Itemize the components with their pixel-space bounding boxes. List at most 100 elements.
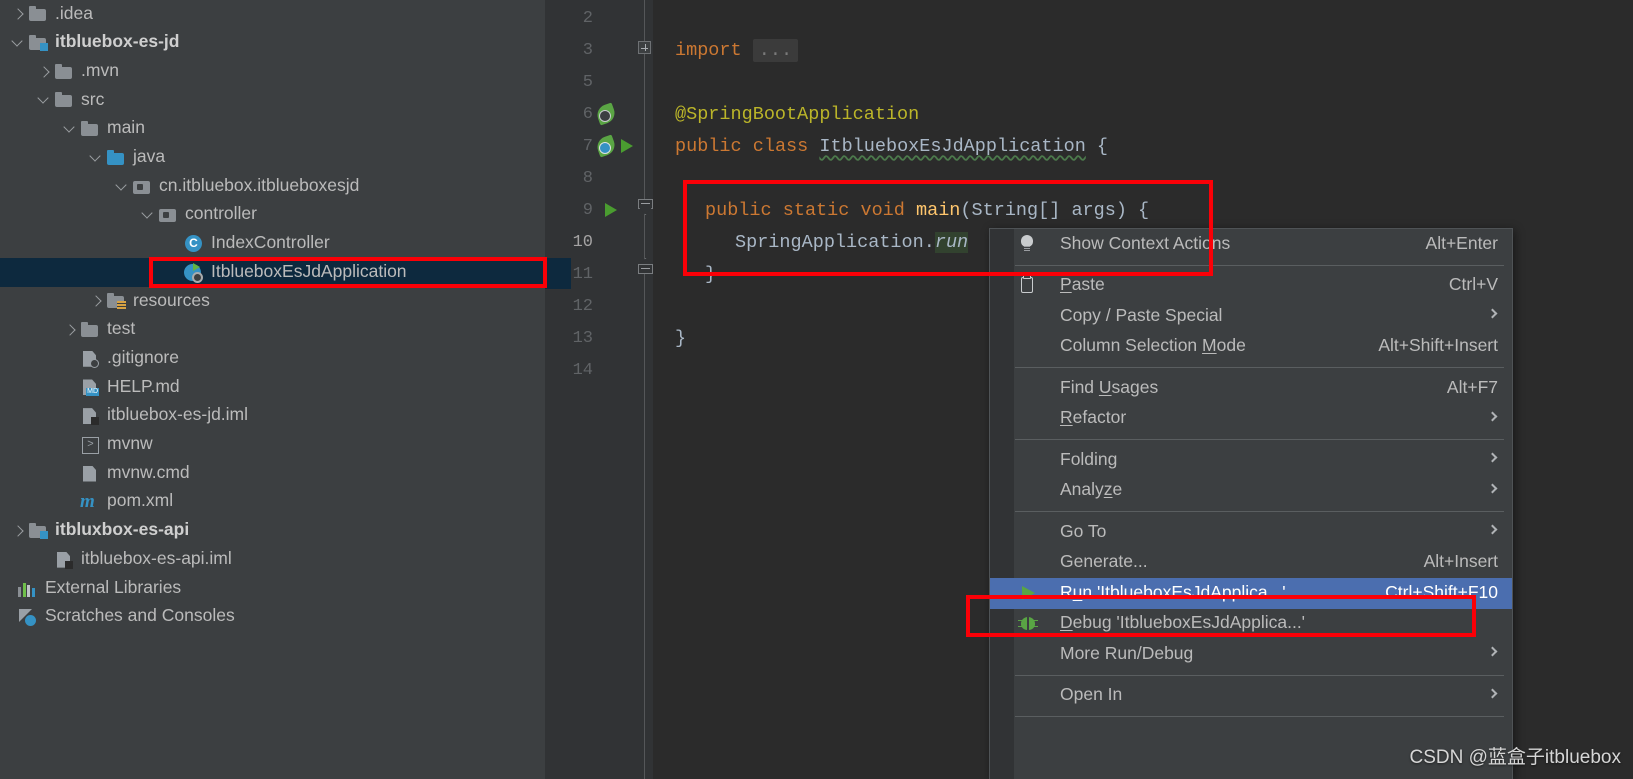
gutter-line: 10 bbox=[545, 226, 653, 258]
tree-item[interactable]: main bbox=[0, 115, 545, 144]
menu-item-label: Analyze bbox=[1060, 479, 1123, 499]
editor-context-menu[interactable]: Show Context Actions Alt+Enter Paste Ctrl+V… bbox=[989, 228, 1513, 779]
gutter-markers[interactable] bbox=[593, 130, 651, 162]
main-signature-params: (String[] args) { bbox=[960, 199, 1150, 221]
menu-item[interactable]: Column Selection Mode Alt+Shift+Insert bbox=[990, 332, 1512, 363]
gutter-line: 8 bbox=[545, 162, 653, 194]
menu-item-label: Open In bbox=[1060, 684, 1123, 704]
code-line-10: SpringApplication. run bbox=[735, 226, 969, 258]
method-close-brace: } bbox=[705, 263, 717, 285]
tree-item[interactable]: External Libraries bbox=[0, 574, 545, 603]
menu-item-label: Folding bbox=[1060, 448, 1118, 469]
chevron-right-icon[interactable] bbox=[10, 523, 26, 539]
chevron-down-icon[interactable] bbox=[114, 179, 130, 195]
chevron-down-icon[interactable] bbox=[36, 92, 52, 108]
context-menu-item-list[interactable]: Show Context Actions Alt+Enter Paste Ctrl+V… bbox=[990, 229, 1512, 717]
tree-item[interactable]: .idea bbox=[0, 0, 545, 29]
menu-item[interactable]: Generate... Alt+Insert bbox=[990, 548, 1512, 579]
menu-item[interactable]: Copy / Paste Special bbox=[990, 301, 1512, 332]
tree-item[interactable]: test bbox=[0, 316, 545, 345]
gutter-markers[interactable] bbox=[593, 98, 651, 130]
class-name: ItblueboxEsJdApplication bbox=[819, 135, 1086, 157]
tree-item-label: itbluebox-es-jd.iml bbox=[107, 404, 249, 425]
menu-item[interactable]: Analyze bbox=[990, 476, 1512, 507]
menu-item[interactable]: Folding bbox=[990, 445, 1512, 476]
run-gutter-icon[interactable] bbox=[621, 139, 633, 153]
chevron-down-icon[interactable] bbox=[62, 121, 78, 137]
chevron-right-icon bbox=[1487, 411, 1498, 421]
menu-item[interactable]: Refactor bbox=[990, 404, 1512, 435]
menu-item[interactable]: More Run/Debug bbox=[990, 639, 1512, 670]
line-number: 3 bbox=[582, 40, 593, 60]
class-modifier: public bbox=[675, 135, 742, 157]
gutter-markers[interactable] bbox=[593, 226, 651, 258]
tree-item[interactable]: ItblueboxEsJdApplication bbox=[0, 258, 545, 287]
fold-region-start-icon[interactable] bbox=[638, 199, 653, 215]
editor-gutter[interactable]: 2 3 5 6 7 8 9 10 11 12 13 14 bbox=[545, 0, 653, 779]
chevron-right-icon[interactable] bbox=[36, 64, 52, 80]
tree-item[interactable]: MD HELP.md bbox=[0, 373, 545, 402]
menu-item[interactable]: Show Context Actions Alt+Enter bbox=[990, 229, 1512, 260]
menu-item[interactable]: Run 'ItblueboxEsJdApplica...' Ctrl+Shift+… bbox=[990, 578, 1512, 609]
package-icon bbox=[132, 178, 152, 196]
spring-bean-icon[interactable] bbox=[594, 134, 618, 158]
tree-item[interactable]: controller bbox=[0, 201, 545, 230]
source-folder-icon bbox=[106, 149, 126, 167]
chevron-down-icon[interactable] bbox=[88, 150, 104, 166]
package-icon bbox=[158, 206, 178, 224]
spring-config-icon[interactable] bbox=[594, 102, 618, 126]
tree-item[interactable]: src bbox=[0, 86, 545, 115]
tree-item[interactable]: java bbox=[0, 144, 545, 173]
gutter-markers[interactable] bbox=[593, 2, 651, 34]
gutter-line: 13 bbox=[545, 322, 653, 354]
tree-item[interactable]: mvnw.cmd bbox=[0, 459, 545, 488]
menu-separator bbox=[1015, 264, 1504, 266]
code-line-13: } bbox=[675, 322, 686, 354]
gutter-markers[interactable] bbox=[593, 66, 651, 98]
tree-item[interactable]: .gitignore bbox=[0, 344, 545, 373]
tree-item[interactable]: Scratches and Consoles bbox=[0, 603, 545, 632]
chevron-right-icon[interactable] bbox=[88, 293, 104, 309]
menu-item[interactable]: Debug 'ItblueboxEsJdApplica...' bbox=[990, 609, 1512, 640]
tree-item-label: resources bbox=[133, 289, 210, 310]
run-gutter-icon[interactable] bbox=[605, 203, 617, 217]
import-keyword: import bbox=[675, 39, 742, 61]
gutter-markers[interactable] bbox=[593, 354, 651, 386]
gutter-markers[interactable] bbox=[593, 290, 651, 322]
tree-item[interactable]: IndexController bbox=[0, 230, 545, 259]
gutter-markers[interactable] bbox=[593, 162, 651, 194]
tree-item[interactable]: resources bbox=[0, 287, 545, 316]
menu-item-label: Go To bbox=[1060, 520, 1107, 541]
chevron-down-icon[interactable] bbox=[140, 207, 156, 223]
menu-item[interactable]: Open In bbox=[990, 681, 1512, 712]
chevron-right-icon[interactable] bbox=[10, 6, 26, 22]
menu-item-label: Column Selection Mode bbox=[1060, 335, 1246, 355]
chevron-down-icon[interactable] bbox=[10, 35, 26, 51]
gutter-markers[interactable] bbox=[593, 322, 651, 354]
project-tool-window[interactable]: .idea itbluebox-es-jd .mvn src main java cn.it… bbox=[0, 0, 545, 779]
ide-window: .idea itbluebox-es-jd .mvn src main java cn.it… bbox=[0, 0, 1633, 779]
line-number: 10 bbox=[572, 232, 593, 252]
menu-item[interactable]: Paste Ctrl+V bbox=[990, 271, 1512, 302]
folded-imports[interactable]: ... bbox=[752, 38, 799, 62]
tree-item[interactable]: itbluebox-es-api.iml bbox=[0, 545, 545, 574]
expand-imports-icon[interactable] bbox=[638, 41, 651, 54]
tree-item[interactable]: mvnw bbox=[0, 431, 545, 460]
maven-file-icon bbox=[80, 491, 100, 513]
tree-item[interactable]: cn.itbluebox.itblueboxesjd bbox=[0, 172, 545, 201]
csdn-watermark: CSDN @蓝盒子itbluebox bbox=[1409, 747, 1621, 768]
menu-item[interactable]: Go To bbox=[990, 517, 1512, 548]
tree-item[interactable]: itbluebox-es-jd.iml bbox=[0, 402, 545, 431]
tree-item-label: test bbox=[107, 318, 136, 339]
menu-item[interactable]: Find Usages Alt+F7 bbox=[990, 373, 1512, 404]
tree-item[interactable]: .mvn bbox=[0, 57, 545, 86]
menu-item-shortcut: Alt+F7 bbox=[1446, 376, 1498, 397]
menu-separator bbox=[1015, 716, 1504, 717]
tree-item[interactable]: pom.xml bbox=[0, 488, 545, 517]
fold-region-end-icon[interactable] bbox=[638, 258, 653, 276]
tree-item-label: ItblueboxEsJdApplication bbox=[211, 260, 407, 281]
chevron-right-icon[interactable] bbox=[62, 322, 78, 338]
tree-item[interactable]: itbluebox-es-jd bbox=[0, 29, 545, 58]
tree-item[interactable]: itbluxbox-es-api bbox=[0, 517, 545, 546]
tree-item-label: HELP.md bbox=[107, 375, 180, 396]
